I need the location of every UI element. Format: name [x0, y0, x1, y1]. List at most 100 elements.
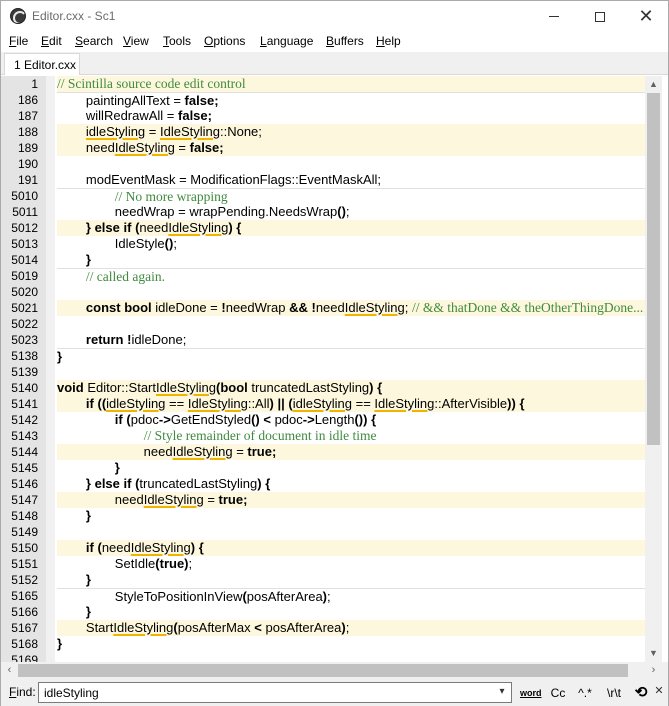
menu-edit[interactable]: Edit — [41, 34, 62, 48]
code-line[interactable]: 5144 needIdleStyling = true; — [1, 444, 645, 460]
menu-label: uffers — [334, 34, 364, 48]
code-line[interactable]: 5019 // called again. — [1, 268, 645, 284]
menu-buffers[interactable]: Buffers — [326, 34, 364, 48]
line-code: IdleStyle(); — [57, 236, 645, 252]
scroll-left-icon[interactable]: ‹ — [1, 662, 18, 679]
line-number: 5022 — [11, 317, 38, 331]
code-line[interactable]: 5169 — [1, 652, 645, 662]
code-line[interactable]: 5011 needWrap = wrapPending.NeedsWrap(); — [1, 204, 645, 220]
code-keyword: if — [85, 396, 94, 411]
code-line[interactable]: 5023 return !idleDone; — [1, 332, 645, 348]
scroll-right-icon[interactable]: › — [645, 662, 662, 679]
code-line[interactable]: 5010 // No more wrapping — [1, 188, 645, 204]
code-line[interactable]: 188 idleStyling = IdleStyling::None; — [1, 124, 645, 140]
tab-editor-cxx[interactable]: 1 Editor.cxx — [4, 53, 80, 75]
code-line[interactable]: 5143 // Style remainder of document in i… — [1, 428, 645, 444]
horizontal-scroll-thumb[interactable] — [18, 664, 628, 677]
code-token: < — [254, 620, 262, 635]
line-code: } — [57, 348, 645, 364]
menu-file[interactable]: File — [9, 34, 28, 48]
code-token: ; — [243, 492, 248, 507]
line-number: 1 — [31, 77, 38, 91]
code-line[interactable]: 1 // Scintilla source code edit control — [1, 76, 645, 92]
code-line[interactable]: 5140 void Editor::StartIdleStyling(bool t… — [1, 380, 645, 396]
code-token: () — [337, 204, 346, 219]
code-line[interactable]: 5148 } — [1, 508, 645, 524]
code-line[interactable]: 190 — [1, 156, 645, 172]
code-line[interactable]: 5139 — [1, 364, 645, 380]
menu-accel: E — [41, 34, 50, 48]
code-line[interactable]: 5165 StyleToPositionInView(posAfterArea)… — [1, 588, 645, 604]
find-input[interactable] — [38, 682, 512, 703]
backslash-escape-button[interactable]: \r\t — [603, 684, 625, 702]
wrap-around-icon[interactable]: ⟲ — [633, 684, 649, 702]
code-line[interactable]: 5149 — [1, 524, 645, 540]
find-history-dropdown-icon[interactable]: ▾ — [495, 685, 509, 699]
code-line[interactable]: 5146 } else if (truncatedLastStyling) { — [1, 476, 645, 492]
menu-label: earch — [83, 34, 114, 48]
code-line[interactable]: 5166 } — [1, 604, 645, 620]
code-line[interactable]: 5142 if (pdoc->GetEndStyled() < pdoc->Le… — [1, 412, 645, 428]
match-whole-word-button[interactable]: word — [520, 684, 542, 702]
code-line[interactable]: 187 willRedrawAll = false; — [1, 108, 645, 124]
code-token: } — [85, 252, 91, 267]
maximize-button[interactable] — [577, 1, 623, 32]
horizontal-scrollbar[interactable]: ‹ › — [1, 662, 662, 679]
code-token: modEventMask = ModificationFlags::EventM… — [57, 172, 382, 187]
code-token: { — [377, 380, 383, 395]
code-line[interactable]: 5141 if ((idleStyling == IdleStyling::Al… — [1, 396, 645, 412]
menu-search[interactable]: Search — [75, 34, 113, 48]
code-keyword: } else if — [85, 220, 132, 235]
code-line[interactable]: 5012 } else if (needIdleStyling) { — [1, 220, 645, 236]
code-line[interactable]: 5145 } — [1, 460, 645, 476]
code-keyword: if — [114, 412, 123, 427]
line-code: const bool idleDone = !needWrap && !need… — [57, 300, 645, 316]
line-number: 5145 — [11, 461, 38, 475]
code-line[interactable]: 5150 if (needIdleStyling) { — [1, 540, 645, 556]
code-editor[interactable]: 1// Scintilla source code edit control 18… — [1, 76, 645, 662]
menu-view[interactable]: View — [123, 34, 149, 48]
code-line[interactable]: 5138} — [1, 348, 645, 364]
code-line[interactable]: 5152 } — [1, 572, 645, 588]
code-line[interactable]: 186 paintingAllText = false; — [1, 92, 645, 108]
menu-help[interactable]: Help — [376, 34, 401, 48]
code-line[interactable]: 5147 needIdleStyling = true; — [1, 492, 645, 508]
code-token: need — [57, 444, 173, 459]
regex-button[interactable]: ^.* — [575, 684, 595, 702]
search-match: IdleStyling — [187, 396, 248, 411]
code-line[interactable]: 5022 — [1, 316, 645, 332]
menu-tools[interactable]: Tools — [163, 34, 191, 48]
code-comment: // && thatDone && theOtherThingDone... — [411, 300, 644, 315]
code-line[interactable]: 5013 IdleStyle(); — [1, 236, 645, 252]
match-case-button[interactable]: Cc — [549, 684, 567, 702]
code-token: Editor::Start — [83, 380, 156, 395]
vertical-scrollbar[interactable]: ▲ ▼ — [645, 76, 662, 662]
code-line[interactable]: 5167 StartIdleStyling(posAfterMax < posA… — [1, 620, 645, 636]
find-close-icon[interactable]: ✕ — [653, 684, 665, 698]
code-line[interactable]: 5014 } — [1, 252, 645, 268]
minimize-button[interactable] — [531, 1, 577, 32]
search-match: IdleStyling — [168, 220, 229, 235]
code-token: willRedrawAll = — [57, 108, 179, 123]
menu-accel: S — [75, 34, 84, 48]
vertical-scroll-thumb[interactable] — [647, 93, 660, 445]
line-code: if ((idleStyling == IdleStyling::All) ||… — [57, 396, 645, 412]
menu-language[interactable]: Language — [260, 34, 313, 48]
menu-accel: H — [376, 34, 385, 48]
code-line[interactable]: 189 needIdleStyling = false; — [1, 140, 645, 156]
close-icon: ✕ — [638, 5, 654, 27]
close-button[interactable]: ✕ — [623, 1, 669, 32]
menu-options[interactable]: Options — [204, 34, 245, 48]
code-line[interactable]: 5020 — [1, 284, 645, 300]
code-keyword: if — [85, 540, 94, 555]
code-line[interactable]: 5168} — [1, 636, 645, 652]
scroll-down-icon[interactable]: ▼ — [645, 645, 662, 662]
code-line[interactable]: 5151 SetIdle(true); — [1, 556, 645, 572]
menu-bar: File Edit Search View Tools Options Language Bu… — [1, 32, 668, 52]
search-match: IdleStyling — [344, 300, 405, 315]
code-line[interactable]: 191 modEventMask = ModificationFlags::Ev… — [1, 172, 645, 188]
scroll-up-icon[interactable]: ▲ — [645, 76, 662, 93]
code-line[interactable]: 5021 const bool idleDone = !needWrap && … — [1, 300, 645, 316]
